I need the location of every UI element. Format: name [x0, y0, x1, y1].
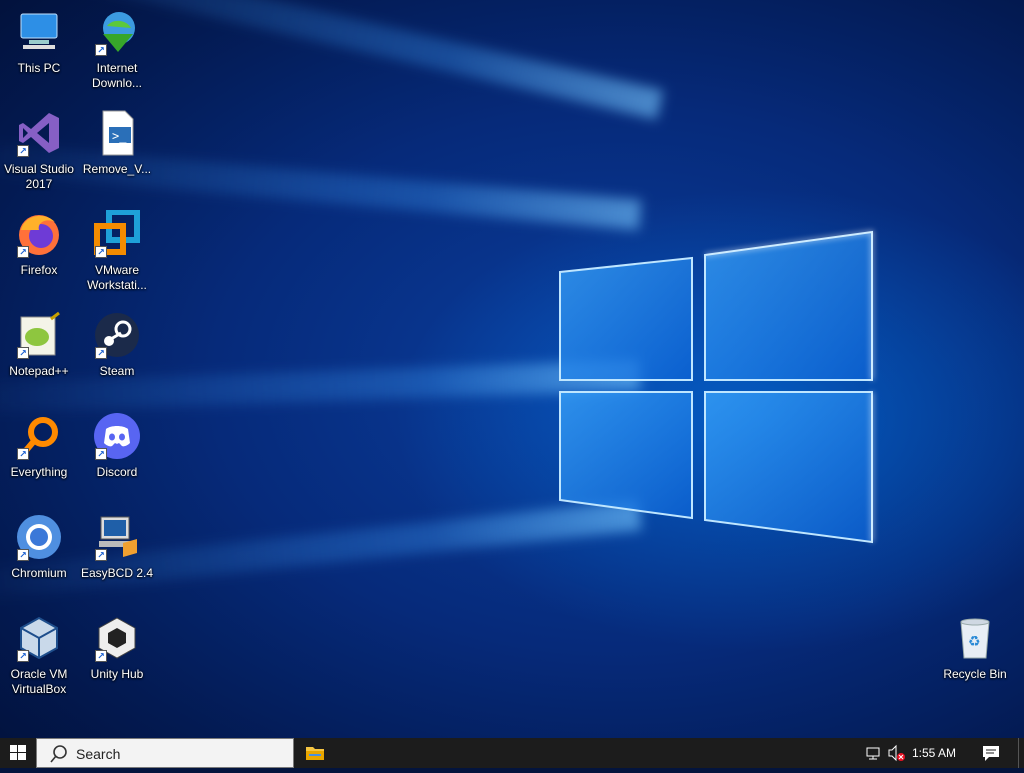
- volume-tray-button[interactable]: [886, 738, 908, 768]
- desktop-icon-label: Notepad++: [9, 364, 69, 378]
- search-icon: [50, 745, 67, 763]
- powershell-script-icon: >_: [93, 109, 141, 157]
- desktop-icon-label: Oracle VM VirtualBox: [10, 667, 68, 696]
- shortcut-arrow-icon: ↗: [95, 246, 107, 258]
- folder-icon: [306, 747, 324, 760]
- network-tray-button[interactable]: [864, 738, 884, 768]
- desktop-icon-unity-hub[interactable]: ↗ Unity Hub: [78, 614, 156, 682]
- desktop-icon-internet-download-manager[interactable]: ↗ Internet Downlo...: [78, 8, 156, 91]
- search-placeholder: Search: [76, 746, 121, 762]
- desktop-icon-label: Internet Downlo...: [91, 61, 143, 90]
- desktop-icon-easybcd[interactable]: ↗ EasyBCD 2.4: [78, 513, 156, 581]
- shortcut-arrow-icon: ↗: [17, 549, 29, 561]
- desktop-icon-label: VMware Workstati...: [87, 263, 147, 292]
- windows-logo-icon: [10, 745, 26, 760]
- start-button[interactable]: [0, 738, 36, 768]
- desktop-icon-remove-v[interactable]: >_ Remove_V...: [78, 109, 156, 177]
- chromium-icon: ↗: [15, 513, 63, 561]
- shortcut-arrow-icon: ↗: [17, 246, 29, 258]
- shortcut-arrow-icon: ↗: [17, 347, 29, 359]
- shortcut-arrow-icon: ↗: [95, 44, 107, 56]
- desktop-icon-this-pc[interactable]: This PC: [0, 8, 78, 76]
- clock[interactable]: 1:55 AM: [912, 746, 956, 760]
- desktop-icon-label: Unity Hub: [90, 667, 144, 681]
- desktop-icon-chromium[interactable]: ↗ Chromium: [0, 513, 78, 581]
- desktop-icon-visual-studio[interactable]: ↗ Visual Studio 2017: [0, 109, 78, 192]
- computer-icon: [15, 8, 63, 56]
- desktop-icon-label: Recycle Bin: [943, 667, 1007, 681]
- recycle-bin-icon: ♻: [951, 614, 999, 662]
- network-icon: [866, 747, 880, 760]
- unity-hub-icon: ↗: [93, 614, 141, 662]
- magnifier-icon: ↗: [15, 412, 63, 460]
- desktop-icon-label: Discord: [96, 465, 138, 479]
- desktop-icon-vmware-workstation[interactable]: ↗ VMware Workstati...: [78, 209, 156, 293]
- steam-icon: ↗: [93, 311, 141, 359]
- desktop-icon-steam[interactable]: ↗ Steam: [78, 311, 156, 379]
- shortcut-arrow-icon: ↗: [17, 448, 29, 460]
- taskbar-file-explorer[interactable]: [300, 738, 330, 768]
- shortcut-arrow-icon: ↗: [17, 650, 29, 662]
- desktop-icon-everything[interactable]: ↗ Everything: [0, 412, 78, 480]
- desktop-icon-notepad-plus-plus[interactable]: ↗ Notepad++: [0, 311, 78, 379]
- desktop-icon-recycle-bin[interactable]: ♻ Recycle Bin: [936, 614, 1014, 682]
- svg-text:♻: ♻: [968, 634, 981, 650]
- shortcut-arrow-icon: ↗: [95, 448, 107, 460]
- action-center-icon: [983, 746, 999, 761]
- visual-studio-icon: ↗: [15, 109, 63, 157]
- svg-text:>_: >_: [112, 129, 127, 143]
- desktop-icon-label: Remove_V...: [82, 162, 152, 176]
- desktop-icon-label: EasyBCD 2.4: [80, 566, 154, 580]
- desktop-icon-label: Firefox: [20, 263, 58, 277]
- shortcut-arrow-icon: ↗: [95, 650, 107, 662]
- taskbar: Search 1:55 AM: [0, 738, 1024, 768]
- idm-globe-icon: ↗: [93, 8, 141, 56]
- search-box[interactable]: Search: [36, 738, 294, 768]
- shortcut-arrow-icon: ↗: [17, 145, 29, 157]
- desktop-icon-label: Everything: [10, 465, 68, 479]
- desktop-icon-label: Visual Studio 2017: [4, 162, 74, 191]
- volume-muted-icon: [888, 744, 905, 762]
- notepad-plus-plus-icon: ↗: [15, 311, 63, 359]
- firefox-icon: ↗: [15, 210, 63, 258]
- desktop-icon-label: Steam: [99, 364, 135, 378]
- discord-icon: ↗: [93, 412, 141, 460]
- desktop-icon-virtualbox[interactable]: ↗ Oracle VM VirtualBox: [0, 614, 78, 697]
- shortcut-arrow-icon: ↗: [95, 347, 107, 359]
- show-desktop-button[interactable]: [1018, 738, 1024, 768]
- shortcut-arrow-icon: ↗: [95, 549, 107, 561]
- desktop-icon-label: Chromium: [11, 566, 67, 580]
- desktop-icon-label: This PC: [17, 61, 61, 75]
- desktop-icon-discord[interactable]: ↗ Discord: [78, 412, 156, 480]
- virtualbox-icon: ↗: [15, 614, 63, 662]
- action-center-button[interactable]: [978, 738, 1004, 768]
- vmware-icon: ↗: [93, 209, 141, 258]
- desktop-icon-firefox[interactable]: ↗ Firefox: [0, 210, 78, 278]
- easybcd-icon: ↗: [93, 513, 141, 561]
